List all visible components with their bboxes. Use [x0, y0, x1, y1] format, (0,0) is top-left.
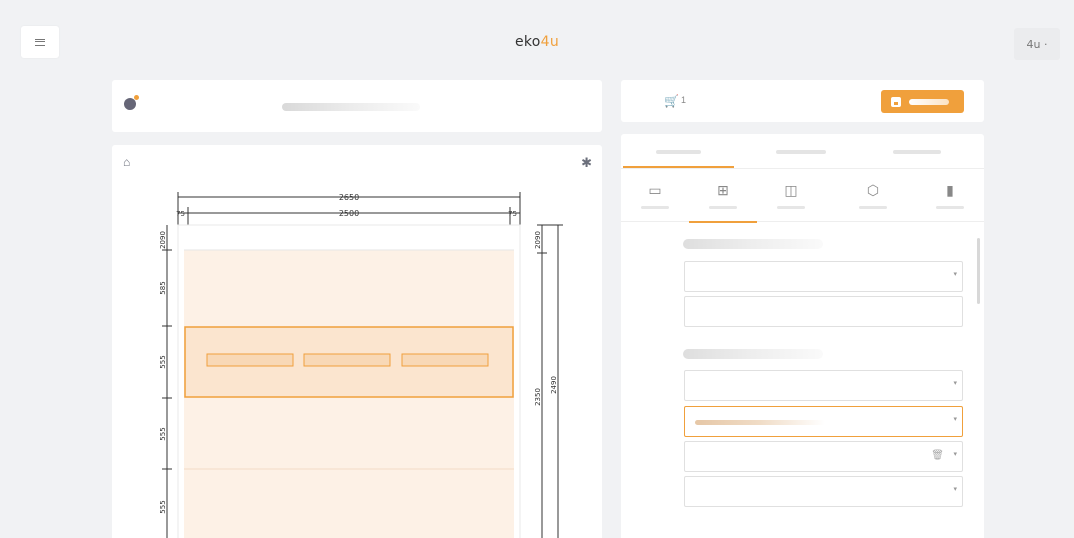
panel-icon: ◫: [784, 182, 798, 198]
section-label: [683, 349, 823, 359]
tab-frame[interactable]: ▭: [621, 176, 689, 222]
technical-drawing: 2650 2500 75 75 2090 585 555 555 555 209…: [159, 192, 563, 538]
project-title-card: [112, 80, 602, 132]
cart-icon[interactable]: 🛒: [664, 94, 679, 108]
swatch-icon: ▮: [946, 182, 954, 198]
drawer-handle: [303, 353, 391, 367]
save-button[interactable]: [881, 90, 964, 113]
component-tabs: ▭ ⊞ ◫ ⬡ ▮: [621, 176, 984, 223]
save-icon: [891, 96, 901, 107]
info-icon[interactable]: [124, 95, 139, 110]
drawer-handle: [401, 353, 489, 367]
select-field-5[interactable]: [684, 476, 963, 507]
drawing-card: ⌂ ✱ 2650 2500 75 75 2090 585 555 555 555…: [112, 145, 602, 538]
dim-margin-left: 75: [176, 210, 185, 218]
tab-color[interactable]: ▮: [916, 176, 984, 222]
tab-material[interactable]: ⬡: [839, 176, 907, 222]
tab-1[interactable]: [623, 150, 734, 168]
user-menu-button[interactable]: 4u ·: [1014, 28, 1060, 60]
dim-top-right: 2090: [534, 231, 542, 249]
select-field-2[interactable]: [684, 370, 963, 401]
tab-3[interactable]: [893, 150, 941, 154]
project-title: [282, 103, 420, 111]
drawer-handle: [206, 353, 294, 367]
grid-icon: ⊞: [717, 182, 729, 198]
dim-segment-2: 555: [159, 355, 167, 368]
dim-inner-height: 2350: [534, 388, 542, 406]
dim-segment-3: 555: [159, 427, 167, 440]
select-field-3[interactable]: [684, 406, 963, 437]
dim-segment-1: 585: [159, 281, 167, 294]
tab-grid[interactable]: ⊞: [689, 176, 757, 223]
cube-icon: ⬡: [866, 182, 880, 198]
dim-total-width: 2650: [339, 193, 359, 202]
text-field-1[interactable]: [684, 296, 963, 327]
select-field-1[interactable]: [684, 261, 963, 292]
dim-inner-width: 2500: [339, 209, 359, 218]
cart-card: 🛒 1: [621, 80, 984, 122]
configuration-card: ▭ ⊞ ◫ ⬡ ▮ 🗑: [621, 134, 984, 538]
select-field-4[interactable]: 🗑: [684, 441, 963, 472]
tab-2[interactable]: [776, 150, 826, 154]
scrollbar[interactable]: [977, 238, 980, 304]
save-button-label: [909, 98, 949, 105]
dim-top-left: 2090: [159, 231, 167, 249]
frame-icon: ▭: [648, 182, 662, 198]
brand-logo: eko4u: [514, 34, 560, 50]
cart-count: 1: [681, 95, 687, 105]
dim-segment-4: 555: [159, 500, 167, 513]
trash-icon[interactable]: 🗑: [931, 450, 944, 461]
section-label: [683, 239, 823, 249]
dim-margin-right: 75: [508, 210, 517, 218]
section-tabs: [621, 144, 984, 169]
tab-panel[interactable]: ◫: [757, 176, 825, 222]
dim-total-height: 2490: [550, 376, 558, 394]
